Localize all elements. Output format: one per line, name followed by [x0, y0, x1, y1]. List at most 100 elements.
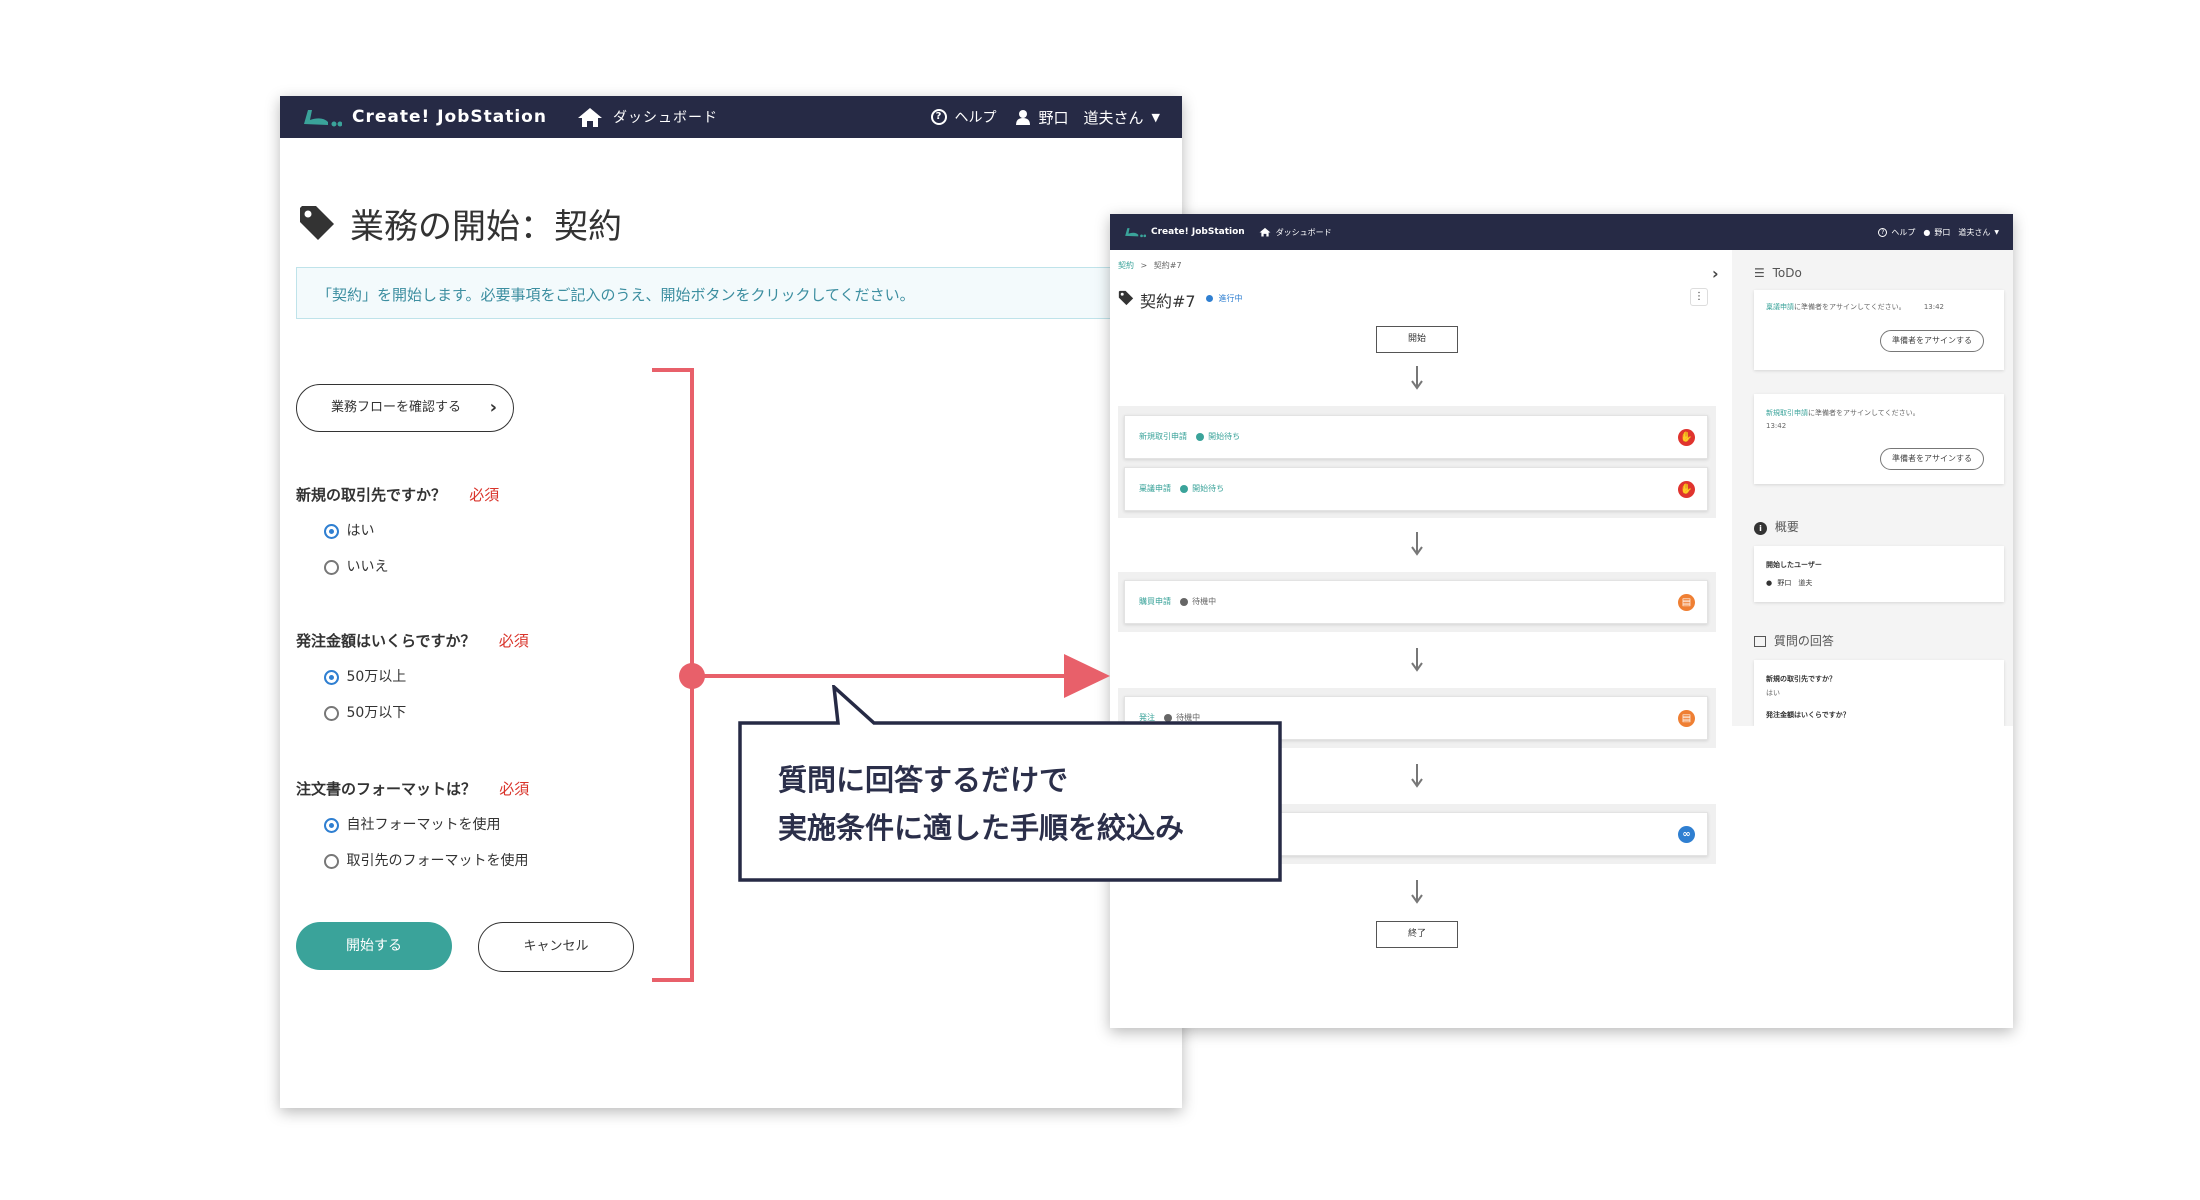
todo-text-row: 稟議申請に準備者をアサインしてください。 13:42: [1766, 302, 1944, 312]
home-icon[interactable]: [577, 106, 603, 128]
radio-over-500k[interactable]: [324, 669, 339, 685]
down-arrow-icon: [1411, 532, 1423, 556]
q1-option-yes[interactable]: はい: [324, 520, 374, 540]
summary-user: 野口 道夫: [1777, 579, 1813, 587]
user-menu[interactable]: 野口 道夫さん: [1934, 227, 1990, 238]
view-flow-button[interactable]: 業務フローを確認する ›: [296, 384, 514, 432]
q3-row: 注文書のフォーマットは？ 必須: [296, 778, 529, 799]
flow-start-node[interactable]: 開始: [1376, 326, 1458, 353]
flow-step-name[interactable]: 新規取引申請: [1139, 432, 1187, 441]
home-icon[interactable]: [1259, 227, 1271, 237]
assign-button[interactable]: 準備者をアサインする: [1880, 330, 1984, 352]
status-dot: [1179, 597, 1188, 606]
user-icon: ●: [1766, 579, 1773, 587]
radio-yes[interactable]: [324, 523, 339, 539]
hand-icon: ✋: [1678, 429, 1695, 446]
todo-item: 新規取引申請に準備者をアサインしてください。 13:42 準備者をアサインする: [1754, 394, 2004, 484]
q3-label: 注文書のフォーマットは？: [296, 780, 477, 798]
todo-text: に準備者をアサインしてください。: [1794, 303, 1906, 311]
sidebar-blank: [1732, 726, 2013, 1028]
todo-text: に準備者をアサインしてください。: [1808, 409, 1920, 417]
todo-link[interactable]: 新規取引申請: [1766, 409, 1808, 417]
q3-option-client-label: 取引先のフォーマットを使用: [346, 853, 529, 869]
view-flow-label: 業務フローを確認する: [331, 400, 462, 415]
callout-line-2: 実施条件に適した手順を絞込み: [778, 811, 1185, 845]
calendar-icon: ▤: [1678, 710, 1695, 727]
flow-step-row: 新規取引申請 開始待ち: [1139, 431, 1240, 442]
collapse-sidebar-icon[interactable]: ›: [1712, 264, 1728, 288]
radio-own-format[interactable]: [324, 817, 339, 833]
answers-card: 新規の取引先ですか？ はい 発注金額はいくらですか？: [1754, 660, 2004, 726]
flow-step-status: 開始待ち: [1208, 432, 1241, 441]
brand-name[interactable]: Create! JobStation: [352, 107, 547, 127]
brand-name[interactable]: Create! JobStation: [1151, 227, 1245, 237]
start-button[interactable]: 開始する: [296, 922, 452, 970]
answers-icon: [1754, 636, 1766, 647]
breadcrumb-separator: >: [1140, 261, 1148, 270]
radio-no[interactable]: [324, 559, 339, 575]
page-title: 業務の開始：契約: [350, 207, 622, 247]
q3-option-own[interactable]: 自社フォーマットを使用: [324, 814, 500, 834]
top-navbar: Create! JobStation ダッシュボード ? ヘルプ 野口 道夫さん…: [280, 96, 1182, 138]
flow-step-status: 開始待ち: [1192, 484, 1225, 493]
info-icon: i: [1754, 522, 1767, 535]
calendar-icon: ▤: [1678, 594, 1695, 611]
q1-option-no[interactable]: いいえ: [324, 556, 388, 576]
nav-help-link[interactable]: ヘルプ: [1891, 227, 1915, 238]
todo-time: 13:42: [1923, 303, 1945, 311]
down-arrow-icon: [1411, 648, 1423, 672]
tag-icon: [1118, 290, 1134, 306]
radio-under-500k[interactable]: [324, 705, 339, 721]
caret-down-icon[interactable]: ▼: [1152, 111, 1160, 124]
caret-down-icon[interactable]: ▼: [1994, 229, 1999, 236]
answers-header-label: 質問の回答: [1773, 634, 1834, 648]
nav-dashboard-link[interactable]: ダッシュボード: [1276, 227, 1332, 238]
status-dot: [1206, 295, 1213, 302]
answers-header: 質問の回答: [1754, 632, 1834, 649]
summary-card: 開始したユーザー ● 野口 道夫: [1754, 546, 2004, 602]
q2-option-under[interactable]: 50万以下: [324, 702, 406, 722]
more-options-icon[interactable]: ⋮: [1690, 288, 1708, 306]
nav-help-link[interactable]: ヘルプ: [955, 107, 997, 127]
user-menu[interactable]: 野口 道夫さん: [1039, 107, 1144, 128]
flow-step-name[interactable]: 購買申請: [1139, 597, 1171, 606]
q2-option-over[interactable]: 50万以上: [324, 666, 406, 686]
info-text: 「契約」を開始します。必要事項をご記入のうえ、開始ボタンをクリックしてください。: [317, 286, 915, 304]
user-icon: ●: [1923, 227, 1931, 237]
nav-dashboard-link[interactable]: ダッシュボード: [613, 107, 718, 127]
summary-user-row: ● 野口 道夫: [1766, 578, 1812, 588]
answer-question: 発注金額はいくらですか？: [1766, 711, 1850, 719]
q1-label: 新規の取引先ですか？: [296, 486, 447, 504]
flow-step-card[interactable]: 稟議申請 開始待ち ✋: [1124, 467, 1708, 511]
cancel-button[interactable]: キャンセル: [478, 922, 634, 972]
answer-question: 新規の取引先ですか？: [1766, 675, 1836, 683]
q3-option-client[interactable]: 取引先のフォーマットを使用: [324, 850, 528, 870]
logo-icon: [1124, 226, 1147, 238]
answer-value: はい: [1766, 689, 1780, 697]
help-icon[interactable]: ?: [930, 109, 947, 125]
summary-header-label: 概要: [1774, 520, 1799, 534]
todo-header: ☰ ToDo: [1754, 266, 1802, 280]
flow-end-node[interactable]: 終了: [1376, 921, 1458, 948]
todo-item: 稟議申請に準備者をアサインしてください。 13:42 準備者をアサインする: [1754, 290, 2004, 370]
q1-option-no-label: いいえ: [346, 559, 389, 575]
todo-header-label: ToDo: [1772, 266, 1802, 280]
info-alert: 「契約」を開始します。必要事項をご記入のうえ、開始ボタンをクリックしてください。: [296, 267, 1182, 319]
breadcrumb-root[interactable]: 契約: [1118, 261, 1134, 270]
tag-icon: [298, 204, 336, 242]
radio-client-format[interactable]: [324, 853, 339, 869]
todo-link[interactable]: 稟議申請: [1766, 303, 1794, 311]
flow-step-card[interactable]: 新規取引申請 開始待ち ✋: [1124, 415, 1708, 459]
logo-icon: [302, 106, 343, 128]
breadcrumb: 契約 > 契約#7: [1118, 260, 1182, 271]
flow-step-card[interactable]: 購買申請 待機中 ▤: [1124, 580, 1708, 624]
assign-button[interactable]: 準備者をアサインする: [1880, 448, 1984, 470]
help-icon[interactable]: ?: [1878, 227, 1888, 237]
job-status-text: 進行中: [1218, 294, 1243, 303]
q2-option-over-label: 50万以上: [346, 669, 407, 685]
hand-icon: ✋: [1678, 481, 1695, 498]
flow-step-row: 稟議申請 開始待ち: [1139, 483, 1224, 494]
required-badge: 必須: [498, 632, 529, 650]
flow-step-row: 購買申請 待機中: [1139, 596, 1216, 607]
flow-step-name[interactable]: 稟議申請: [1139, 484, 1171, 493]
